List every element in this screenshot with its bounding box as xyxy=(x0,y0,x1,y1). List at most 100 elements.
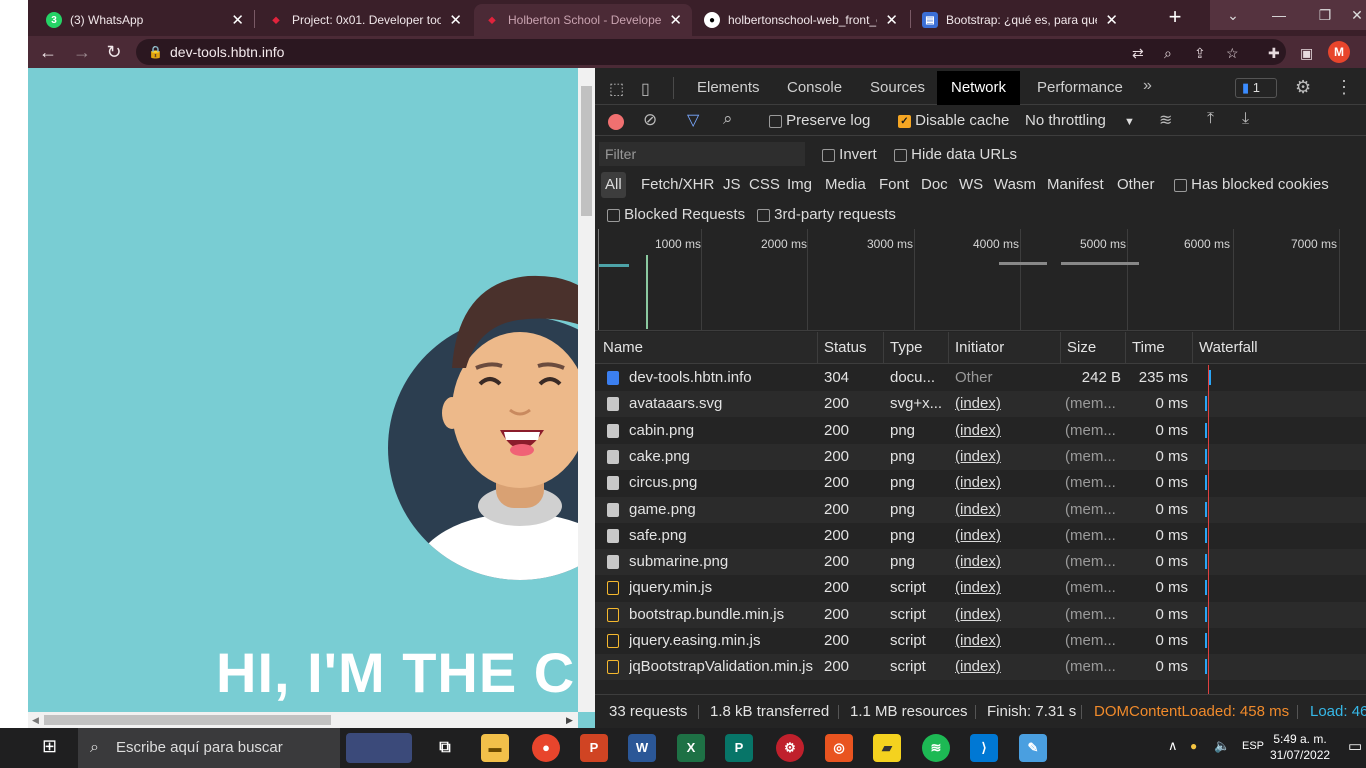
volume-icon[interactable]: 🔈 xyxy=(1214,738,1230,754)
column-type[interactable]: Type xyxy=(884,332,949,364)
disable-cache-checkbox[interactable]: ✓ Disable cache xyxy=(898,112,1009,129)
reload-icon[interactable]: ↻ xyxy=(102,40,126,64)
search-highlight-icon[interactable] xyxy=(346,733,412,763)
filter-icon[interactable]: ▽ xyxy=(687,110,699,130)
paint-icon[interactable]: ✎ xyxy=(1019,734,1047,762)
scroll-right-icon[interactable]: ▶ xyxy=(566,712,573,728)
more-tabs-icon[interactable]: » xyxy=(1143,77,1152,95)
table-row[interactable]: avataaars.svg 200 svg+x... (index) (mem... 0 … xyxy=(595,391,1366,418)
network-overview-timeline[interactable]: 1000 ms 2000 ms 3000 ms 4000 ms 5000 ms … xyxy=(595,229,1366,331)
request-name[interactable]: bootstrap.bundle.min.js xyxy=(629,602,815,628)
filter-type-wasm[interactable]: Wasm xyxy=(990,172,1040,198)
table-row[interactable]: dev-tools.hbtn.info 304 docu... Other 242 B 2… xyxy=(595,365,1366,391)
request-initiator[interactable]: (index) xyxy=(955,497,1055,523)
settings-gear-icon[interactable]: ⚙ xyxy=(1295,77,1311,98)
share-icon[interactable]: ⇪ xyxy=(1194,40,1206,66)
language-indicator[interactable]: ESP xyxy=(1242,740,1264,752)
minimize-button[interactable]: — xyxy=(1256,0,1302,30)
spotify-icon[interactable]: ≋ xyxy=(922,734,950,762)
issues-counter[interactable]: ▮ 1 xyxy=(1235,78,1277,98)
scrollbar-thumb[interactable] xyxy=(44,715,331,725)
table-row[interactable]: circus.png 200 png (index) (mem... 0 ms xyxy=(595,470,1366,497)
tab-whatsapp[interactable]: 3 (3) WhatsApp ✕ xyxy=(36,4,254,36)
filter-type-img[interactable]: Img xyxy=(783,172,816,198)
scroll-left-icon[interactable]: ◀ xyxy=(32,712,39,728)
sticky-notes-icon[interactable]: ▰ xyxy=(873,734,901,762)
request-initiator[interactable]: (index) xyxy=(955,418,1055,444)
request-name[interactable]: dev-tools.hbtn.info xyxy=(629,365,815,391)
request-initiator[interactable]: (index) xyxy=(955,444,1055,470)
close-icon[interactable]: ✕ xyxy=(885,11,898,29)
back-icon[interactable]: ← xyxy=(36,40,60,64)
network-conditions-icon[interactable]: ≋ xyxy=(1159,110,1172,130)
request-initiator[interactable]: (index) xyxy=(955,575,1055,601)
tab-holberton-school[interactable]: ⬥ Holberton School - Develope ✕ xyxy=(474,4,692,36)
table-row[interactable]: cabin.png 200 png (index) (mem... 0 ms xyxy=(595,417,1366,444)
tab-bootstrap[interactable]: ▤ Bootstrap: ¿qué es, para qué ✕ xyxy=(912,4,1128,36)
record-icon[interactable] xyxy=(608,114,624,130)
tab-search-button[interactable]: ⌄ xyxy=(1210,0,1256,30)
filter-type-media[interactable]: Media xyxy=(821,172,870,198)
request-name[interactable]: avataaars.svg xyxy=(629,391,815,417)
blocked-requests-checkbox[interactable]: Blocked Requests xyxy=(607,206,745,223)
request-initiator[interactable]: (index) xyxy=(955,549,1055,575)
tab-network[interactable]: Network xyxy=(937,71,1021,105)
request-name[interactable]: circus.png xyxy=(629,470,815,496)
more-options-icon[interactable]: ⋮ xyxy=(1335,77,1353,98)
device-toolbar-icon[interactable]: ▯ xyxy=(641,79,650,99)
filter-type-fetch-xhr[interactable]: Fetch/XHR xyxy=(637,172,718,198)
filter-type-other[interactable]: Other xyxy=(1113,172,1159,198)
third-party-checkbox[interactable]: 3rd-party requests xyxy=(757,206,896,223)
request-name[interactable]: jquery.easing.min.js xyxy=(629,628,815,654)
inspect-element-icon[interactable]: ⬚ xyxy=(609,79,624,99)
excel-icon[interactable]: X xyxy=(677,734,705,762)
vscode-icon[interactable]: ⟩ xyxy=(970,734,998,762)
export-har-icon[interactable]: ⤓ xyxy=(1242,110,1249,128)
table-row[interactable]: jquery.min.js 200 script (index) (mem... 0 ms xyxy=(595,575,1366,602)
tab-github[interactable]: ● holbertonschool-web_front_e ✕ xyxy=(694,4,908,36)
has-blocked-cookies-checkbox[interactable]: Has blocked cookies xyxy=(1174,176,1329,193)
request-name[interactable]: game.png xyxy=(629,497,815,523)
filter-type-css[interactable]: CSS xyxy=(745,172,784,198)
column-name[interactable]: Name xyxy=(595,332,818,364)
request-name[interactable]: jquery.min.js xyxy=(629,575,815,601)
side-panel-icon[interactable]: ▣ xyxy=(1300,40,1313,66)
request-name[interactable]: submarine.png xyxy=(629,549,815,575)
column-initiator[interactable]: Initiator xyxy=(949,332,1061,364)
forward-icon[interactable]: → xyxy=(70,40,94,64)
filter-type-all[interactable]: All xyxy=(601,172,626,198)
show-hidden-icons[interactable]: ∧ xyxy=(1168,738,1178,754)
profile-avatar[interactable]: M xyxy=(1328,41,1350,63)
close-icon[interactable]: ✕ xyxy=(669,11,682,29)
windows-start-icon[interactable]: ⊞ xyxy=(42,736,57,757)
column-status[interactable]: Status xyxy=(818,332,884,364)
word-icon[interactable]: W xyxy=(628,734,656,762)
table-row[interactable]: submarine.png 200 png (index) (mem... 0 ms xyxy=(595,549,1366,576)
hide-data-urls-checkbox[interactable]: Hide data URLs xyxy=(894,146,1017,163)
chrome-icon[interactable]: ● xyxy=(532,734,560,762)
tab-elements[interactable]: Elements xyxy=(683,71,774,105)
tab-performance[interactable]: Performance xyxy=(1023,71,1137,105)
search-icon[interactable]: ⌕ xyxy=(723,109,733,129)
taskbar-search[interactable]: ⌕ Escribe aquí para buscar xyxy=(78,728,340,768)
page-horizontal-scrollbar[interactable]: ◀ ▶ xyxy=(28,712,578,728)
table-row[interactable]: cake.png 200 png (index) (mem... 0 ms xyxy=(595,443,1366,470)
filter-type-ws[interactable]: WS xyxy=(955,172,987,198)
request-initiator[interactable]: (index) xyxy=(955,523,1055,549)
table-row[interactable]: bootstrap.bundle.min.js 200 script (index) (… xyxy=(595,601,1366,628)
page-vertical-scrollbar[interactable] xyxy=(578,68,595,712)
maximize-button[interactable]: ❐ xyxy=(1302,0,1348,30)
column-waterfall[interactable]: Waterfall xyxy=(1193,332,1366,364)
request-name[interactable]: jqBootstrapValidation.min.js xyxy=(629,654,815,680)
ubuntu-icon[interactable]: ◎ xyxy=(825,734,853,762)
filter-input[interactable]: Filter xyxy=(599,142,805,166)
address-bar[interactable]: 🔒 dev-tools.hbtn.info xyxy=(136,39,1286,65)
filter-type-doc[interactable]: Doc xyxy=(917,172,952,198)
file-explorer-icon[interactable]: ▬ xyxy=(481,734,509,762)
tab-console[interactable]: Console xyxy=(773,71,856,105)
close-icon[interactable]: ✕ xyxy=(449,11,462,29)
clear-icon[interactable]: ⊘ xyxy=(643,110,657,130)
tab-project[interactable]: ⬥ Project: 0x01. Developer tool ✕ xyxy=(258,4,472,36)
close-icon[interactable]: ✕ xyxy=(231,11,244,29)
request-name[interactable]: cabin.png xyxy=(629,418,815,444)
